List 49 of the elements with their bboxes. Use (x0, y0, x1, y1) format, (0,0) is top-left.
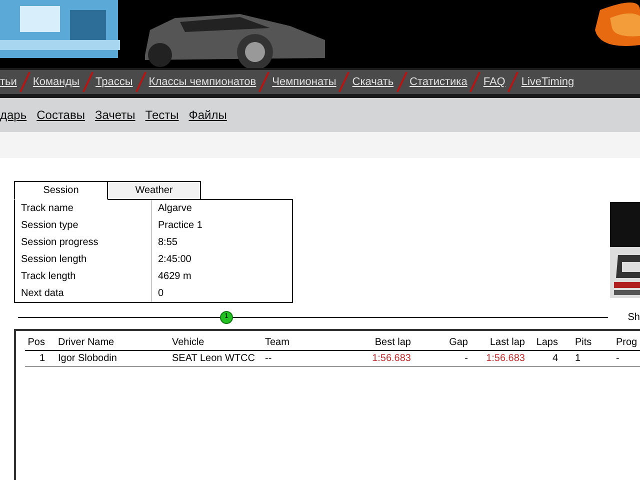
menu-link[interactable]: LiveTiming (521, 74, 574, 90)
menu-link[interactable]: Статистика (410, 74, 468, 90)
column-header: Driver Name (57, 336, 116, 350)
tab[interactable]: Session (14, 181, 108, 200)
table-cell: Track name (15, 200, 152, 217)
table-cell-text: 0 (157, 287, 164, 301)
submenu-link[interactable]: Зачеты (94, 106, 136, 124)
column-header: Prog (615, 336, 634, 350)
menu-link[interactable]: тьи (0, 74, 17, 90)
table-cell-text: 1:56.683 (371, 352, 411, 366)
column-header: Team (265, 336, 290, 350)
table-cell-text: 1:56.683 (485, 352, 525, 366)
table-cell: Next data (15, 285, 152, 302)
column-header: Best lap (374, 336, 411, 350)
table-cell-text: 4629 m (157, 270, 192, 284)
side-label: Sh (628, 311, 640, 325)
column-header: Pits (574, 336, 593, 350)
table-cell-text: SEAT Leon WTCC (172, 352, 256, 366)
table-cell-text: 1 (574, 352, 582, 366)
table-cell-text: Igor Slobodin (57, 352, 118, 366)
submenu-link[interactable]: Тесты (145, 106, 179, 124)
menu-link[interactable]: FAQ (483, 74, 506, 90)
submenu-link[interactable]: Составы (36, 106, 85, 124)
submenu-link[interactable]: дарь (0, 106, 27, 124)
table-cell-text: Algarve (157, 202, 192, 216)
table-cell: Session type (15, 217, 152, 234)
menu-link[interactable]: Чемпионаты (272, 74, 336, 90)
column-header: Vehicle (172, 336, 206, 350)
column-header: Last lap (488, 336, 525, 350)
menu-link[interactable]: Команды (32, 74, 80, 90)
menu-link[interactable]: Трассы (96, 74, 133, 90)
table-cell: Session length (15, 251, 152, 268)
column-header: Laps (535, 336, 558, 350)
column-header: Gap (448, 336, 468, 350)
tab[interactable]: Weather (107, 181, 201, 200)
table-cell-text: 2:45:00 (157, 253, 192, 267)
table-cell-text: 1 (38, 352, 45, 366)
table-cell-text: 4 (551, 352, 558, 366)
submenu-link[interactable]: Файлы (188, 106, 227, 124)
table-cell-text: Practice 1 (157, 219, 202, 233)
table-cell-text: 8:55 (157, 236, 178, 250)
menu-link[interactable]: Классы чемпионатов (148, 74, 256, 90)
menu-link[interactable]: Скачать (352, 74, 394, 90)
table-cell: Track length (15, 268, 152, 285)
table-cell-text: - (615, 352, 620, 366)
table-cell-text: - (464, 352, 468, 366)
column-header: Pos (26, 336, 45, 350)
table-cell-text: -- (265, 352, 273, 366)
table-cell: Session progress (15, 234, 152, 251)
